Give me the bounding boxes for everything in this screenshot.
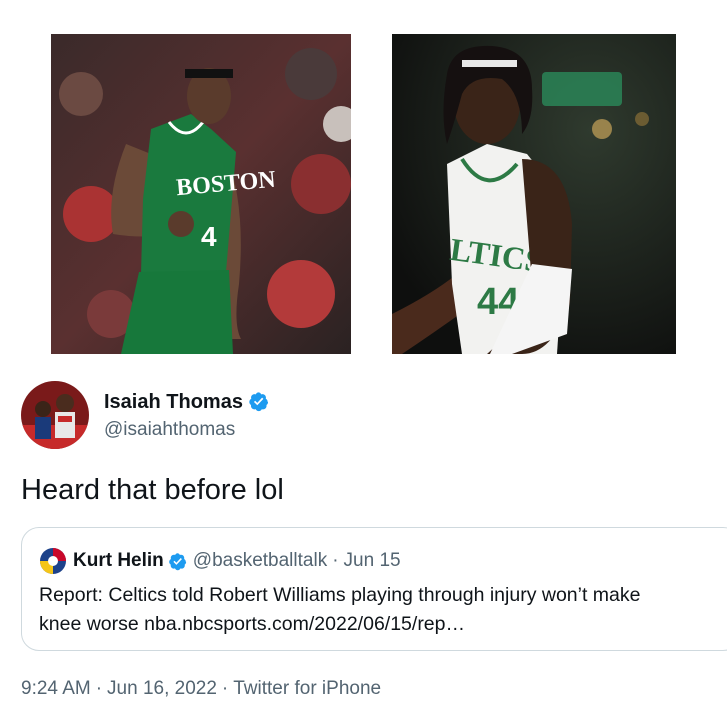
quoted-separator: · (332, 550, 339, 571)
tweet-text: Heard that before lol (21, 474, 284, 506)
quoted-text-line-1: Report: Celtics told Robert Williams pla… (39, 584, 641, 606)
quoted-tweet[interactable]: Kurt Helin @basketballtalk · Jun 15 Repo… (21, 527, 727, 651)
right-player-photo[interactable]: LTICS 44 (392, 34, 676, 354)
svg-text:4: 4 (201, 221, 217, 252)
tweet-source[interactable]: Twitter for iPhone (233, 678, 381, 700)
verified-badge-icon (248, 391, 269, 412)
tweet-time[interactable]: 9:24 AM (21, 678, 91, 700)
quoted-verified-badge-icon (168, 552, 187, 571)
left-player-photo[interactable]: BOSTON 4 (51, 34, 351, 354)
quoted-author-avatar (39, 547, 67, 575)
tweet-date[interactable]: Jun 16, 2022 (107, 678, 217, 700)
meta-separator: · (221, 678, 229, 699)
author-avatar[interactable] (21, 381, 89, 449)
quoted-text-line-2: knee worse nba.nbcsports.com/2022/06/15/… (39, 613, 466, 635)
meta-separator: · (95, 678, 103, 699)
tweet-author: Isaiah Thomas @isaiahthomas (21, 381, 269, 449)
quoted-author-handle: @basketballtalk (192, 550, 328, 571)
quoted-tweet-text: Report: Celtics told Robert Williams pla… (39, 581, 727, 639)
quoted-date: Jun 15 (343, 550, 401, 571)
author-handle[interactable]: @isaiahthomas (104, 419, 269, 441)
author-name[interactable]: Isaiah Thomas (104, 390, 243, 414)
quoted-author-name: Kurt Helin (73, 550, 164, 571)
tweet-metadata: 9:24 AM · Jun 16, 2022 · Twitter for iPhone (21, 678, 381, 700)
